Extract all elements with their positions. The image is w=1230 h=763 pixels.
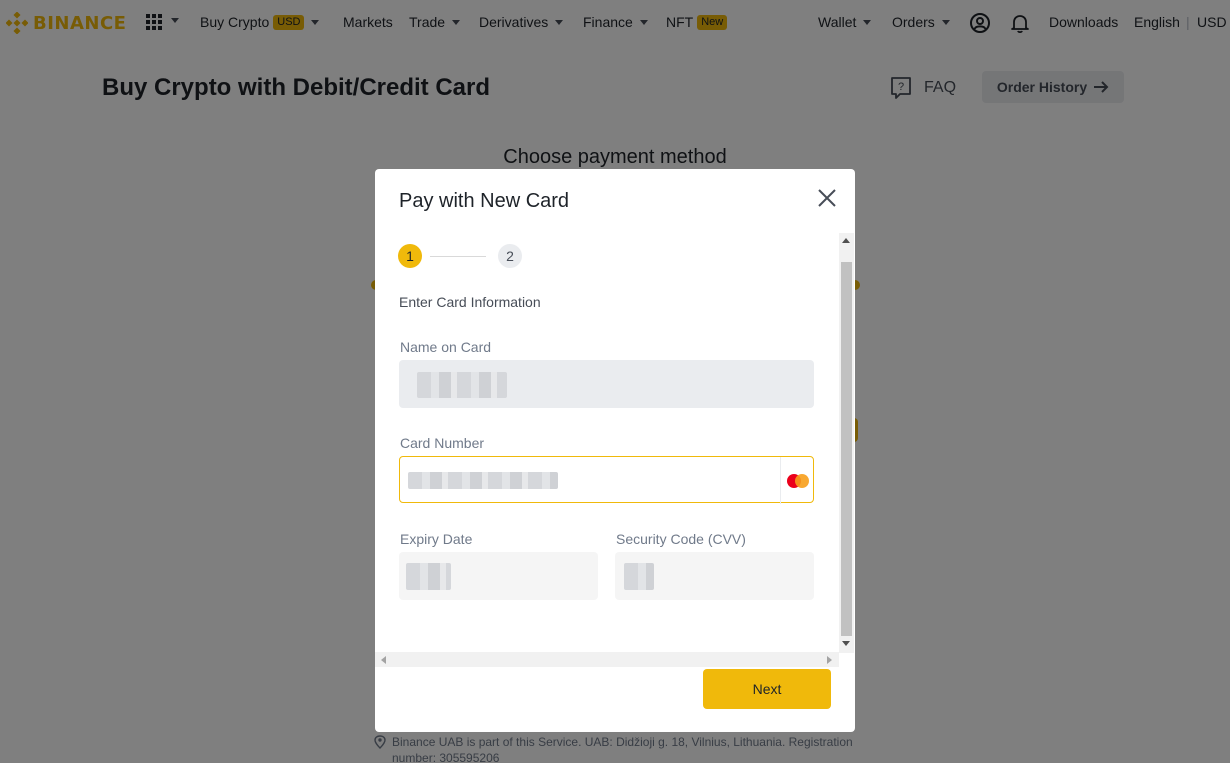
close-icon[interactable]: [816, 187, 838, 209]
cvv-label: Security Code (CVV): [616, 531, 746, 547]
redacted-value: [624, 563, 654, 590]
vertical-scrollbar[interactable]: [839, 233, 854, 653]
modal-title: Pay with New Card: [399, 190, 570, 212]
step-indicator-1: 1: [398, 244, 422, 268]
scroll-up-arrow-icon[interactable]: [842, 238, 850, 243]
pay-with-new-card-modal: Pay with New Card 1 2 Enter Card Informa…: [375, 169, 855, 732]
name-on-card-field[interactable]: [399, 360, 814, 408]
step-indicator-2: 2: [498, 244, 522, 268]
scroll-down-arrow-icon[interactable]: [842, 641, 850, 646]
expiry-date-field[interactable]: [399, 552, 598, 600]
scrollbar-thumb[interactable]: [841, 262, 852, 636]
card-number-field[interactable]: [399, 456, 814, 504]
modal-footer: Next: [375, 667, 855, 732]
card-brand-badge: [780, 457, 814, 504]
card-number-label: Card Number: [400, 435, 485, 451]
expiry-date-label: Expiry Date: [400, 531, 473, 547]
redacted-value: [406, 563, 451, 590]
step-connector: [430, 256, 486, 257]
mastercard-icon: [786, 473, 809, 488]
scroll-right-arrow-icon[interactable]: [827, 656, 832, 664]
redacted-value: [417, 372, 507, 398]
scroll-left-arrow-icon[interactable]: [381, 656, 386, 664]
horizontal-scrollbar[interactable]: [375, 652, 839, 667]
next-button[interactable]: Next: [703, 669, 831, 709]
cvv-field[interactable]: [615, 552, 814, 600]
form-subtitle: Enter Card Information: [399, 294, 541, 310]
name-on-card-label: Name on Card: [400, 339, 492, 355]
redacted-value: [408, 472, 558, 489]
